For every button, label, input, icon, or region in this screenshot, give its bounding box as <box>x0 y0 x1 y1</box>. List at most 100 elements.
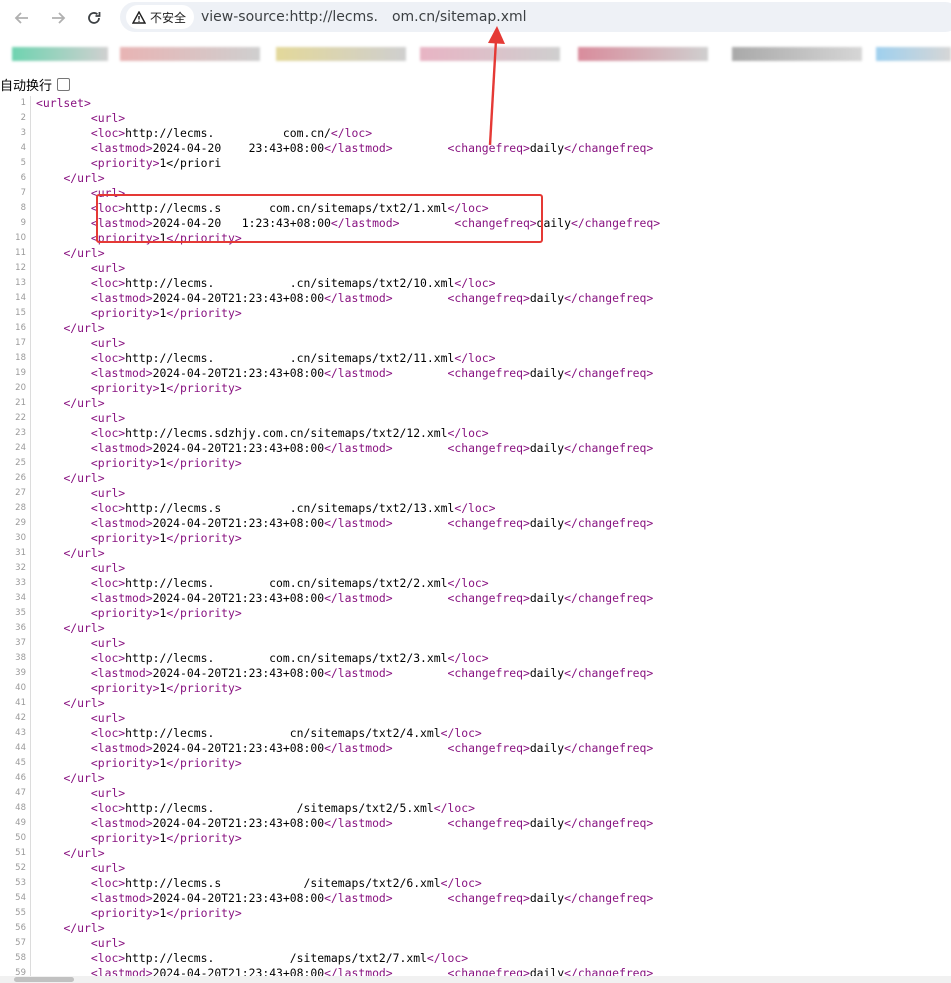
source-code: <priority>1</priority> <box>90 531 242 545</box>
source-code: <priority>1</priority> <box>90 381 242 395</box>
security-label: 不安全 <box>150 10 187 25</box>
line-wrap-checkbox[interactable] <box>57 77 71 91</box>
source-line: 5 <priority>1</priori <box>0 156 951 171</box>
source-code: <priority>1</priori <box>90 156 222 170</box>
source-line: 17 <url> <box>0 336 951 351</box>
source-line: 38 <loc>http://lecms. com.cn/sitemaps/tx… <box>0 651 951 666</box>
line-number: 8 <box>20 203 26 213</box>
back-button[interactable] <box>10 6 34 30</box>
source-code: <priority>1</priority> <box>90 681 242 695</box>
source-line: 28 <loc>http://lecms.s .cn/sitemaps/txt2… <box>0 501 951 516</box>
line-number: 23 <box>15 428 26 438</box>
source-code: <url> <box>90 786 126 800</box>
line-number: 56 <box>15 923 26 933</box>
source-line: 42 <url> <box>0 711 951 726</box>
source-code: <priority>1</priority> <box>90 756 242 770</box>
line-wrap-label: 自动换行 <box>0 78 53 94</box>
source-code: </url> <box>63 846 105 860</box>
line-number: 9 <box>20 218 26 228</box>
bookmarks-bar <box>0 36 951 72</box>
address-bar[interactable]: 不安全 view-source:http://lecms. om.cn/site… <box>120 2 951 32</box>
source-line: 3 <loc>http://lecms. com.cn/</loc> <box>0 126 951 141</box>
bookmark-item[interactable] <box>578 47 708 61</box>
source-line: 41 </url> <box>0 696 951 711</box>
source-line: 54 <lastmod>2024-04-20T21:23:43+08:00</l… <box>0 891 951 906</box>
line-number: 49 <box>15 818 26 828</box>
line-number: 52 <box>15 863 26 873</box>
source-code: <url> <box>90 111 126 125</box>
line-number: 46 <box>15 773 26 783</box>
line-number: 21 <box>15 398 26 408</box>
line-number: 10 <box>15 233 26 243</box>
bookmark-item[interactable] <box>276 47 406 61</box>
line-number: 40 <box>15 683 26 693</box>
source-line: 21 </url> <box>0 396 951 411</box>
source-code: <url> <box>90 411 126 425</box>
line-number: 5 <box>20 158 26 168</box>
line-number: 24 <box>15 443 26 453</box>
source-code: <lastmod>2024-04-20 23:43+08:00</lastmod… <box>90 141 654 155</box>
url-text[interactable]: view-source:http://lecms. om.cn/sitemap.… <box>201 2 527 32</box>
source-line: 31 </url> <box>0 546 951 561</box>
horizontal-scrollbar[interactable] <box>0 976 951 983</box>
line-number: 45 <box>15 758 26 768</box>
source-line: 11 </url> <box>0 246 951 261</box>
source-line: 32 <url> <box>0 561 951 576</box>
line-number: 58 <box>15 953 26 963</box>
source-line: 50 <priority>1</priority> <box>0 831 951 846</box>
source-code: <loc>http://lecms. /sitemaps/txt2/7.xml<… <box>90 951 469 965</box>
source-code: <lastmod>2024-04-20T21:23:43+08:00</last… <box>90 666 654 680</box>
bookmark-item[interactable] <box>12 47 108 61</box>
line-number: 14 <box>15 293 26 303</box>
highlight-box <box>96 194 543 243</box>
source-line: 4 <lastmod>2024-04-20 23:43+08:00</lastm… <box>0 141 951 156</box>
line-number: 27 <box>15 488 26 498</box>
source-code: <lastmod>2024-04-20T21:23:43+08:00</last… <box>90 891 654 905</box>
security-indicator[interactable]: 不安全 <box>126 5 195 29</box>
bookmark-item[interactable] <box>876 47 951 61</box>
line-number: 15 <box>15 308 26 318</box>
source-code: <url> <box>90 636 126 650</box>
line-number: 51 <box>15 848 26 858</box>
bookmark-item[interactable] <box>120 47 260 61</box>
source-line: 39 <lastmod>2024-04-20T21:23:43+08:00</l… <box>0 666 951 681</box>
source-line: 33 <loc>http://lecms. com.cn/sitemaps/tx… <box>0 576 951 591</box>
forward-button[interactable] <box>46 6 70 30</box>
line-number: 31 <box>15 548 26 558</box>
line-number: 4 <box>20 143 26 153</box>
reload-button[interactable] <box>82 6 106 30</box>
scrollbar-thumb[interactable] <box>14 977 74 982</box>
source-line: 58 <loc>http://lecms. /sitemaps/txt2/7.x… <box>0 951 951 966</box>
source-line: 53 <loc>http://lecms.s /sitemaps/txt2/6.… <box>0 876 951 891</box>
source-code: <url> <box>90 861 126 875</box>
line-number: 47 <box>15 788 26 798</box>
source-code: <loc>http://lecms. com.cn/</loc> <box>90 126 373 140</box>
source-code: <lastmod>2024-04-20T21:23:43+08:00</last… <box>90 816 654 830</box>
source-code: <url> <box>90 336 126 350</box>
source-line: 30 <priority>1</priority> <box>0 531 951 546</box>
bookmark-item[interactable] <box>420 47 560 61</box>
arrow-right-icon <box>52 12 66 24</box>
line-number: 33 <box>15 578 26 588</box>
source-code: <priority>1</priority> <box>90 306 242 320</box>
source-line: 52 <url> <box>0 861 951 876</box>
source-code: <url> <box>90 486 126 500</box>
browser-toolbar: 不安全 view-source:http://lecms. om.cn/site… <box>0 0 951 36</box>
line-number: 16 <box>15 323 26 333</box>
source-code: </url> <box>63 396 105 410</box>
source-code: <loc>http://lecms. /sitemaps/txt2/5.xml<… <box>90 801 475 815</box>
line-wrap-toggle[interactable]: 自动换行 <box>0 74 71 94</box>
warning-icon <box>132 10 146 24</box>
line-number: 26 <box>15 473 26 483</box>
line-number: 41 <box>15 698 26 708</box>
source-line: 16 </url> <box>0 321 951 336</box>
line-number: 53 <box>15 878 26 888</box>
source-line: 34 <lastmod>2024-04-20T21:23:43+08:00</l… <box>0 591 951 606</box>
bookmark-item[interactable] <box>732 47 862 61</box>
source-line: 44 <lastmod>2024-04-20T21:23:43+08:00</l… <box>0 741 951 756</box>
source-code: <url> <box>90 561 126 575</box>
source-code: <priority>1</priority> <box>90 906 242 920</box>
source-code: <lastmod>2024-04-20T21:23:43+08:00</last… <box>90 366 654 380</box>
source-code: <loc>http://lecms. .cn/sitemaps/txt2/10.… <box>90 276 496 290</box>
source-line: 40 <priority>1</priority> <box>0 681 951 696</box>
